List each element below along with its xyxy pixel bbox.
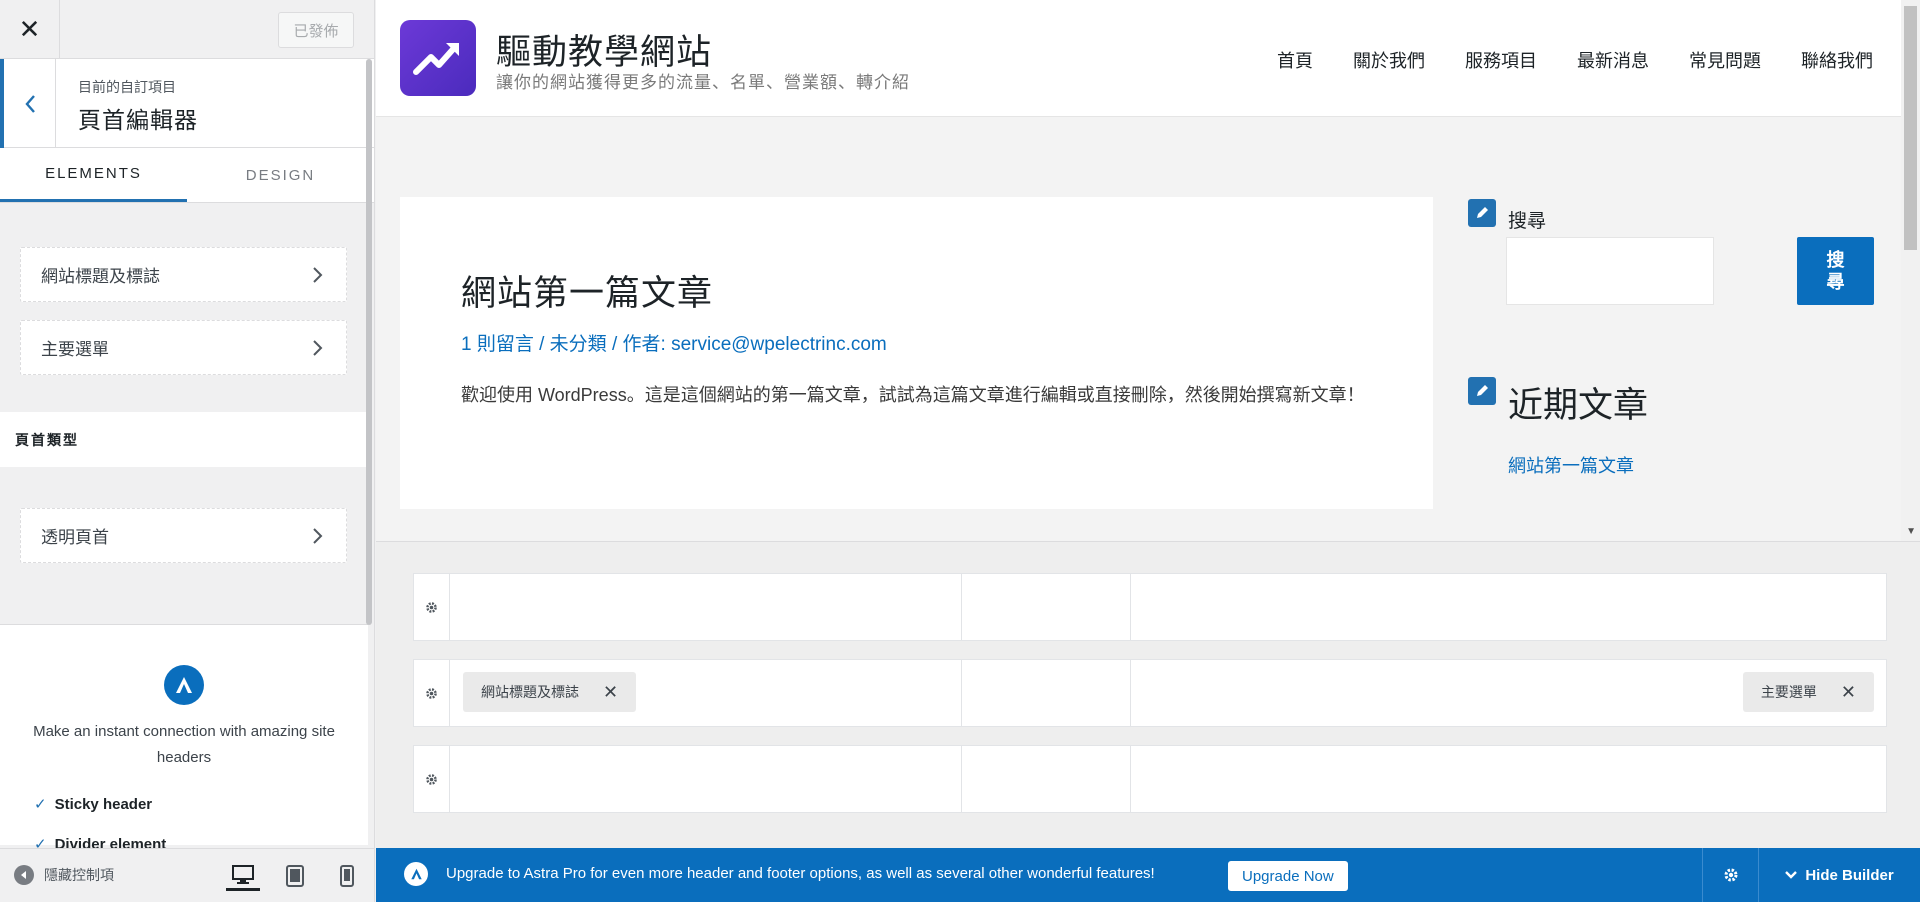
post-title[interactable]: 網站第一篇文章 bbox=[461, 265, 713, 316]
edit-search-widget-button[interactable] bbox=[1468, 199, 1496, 227]
builder-row-above[interactable] bbox=[413, 573, 1887, 641]
control-label: 透明頁首 bbox=[41, 528, 109, 547]
pencil-icon bbox=[1477, 385, 1488, 396]
post-meta[interactable]: 1 則留言 / 未分類 / 作者: service@wpelectrinc.co… bbox=[461, 329, 887, 356]
back-button[interactable] bbox=[0, 59, 56, 148]
control-site-identity[interactable]: 網站標題及標誌 bbox=[20, 247, 347, 302]
recent-posts-title: 近期文章 bbox=[1508, 386, 1649, 425]
promo-text: Make an instant connection with amazing … bbox=[33, 723, 335, 766]
header-builder: 網站標題及標誌 ✕ 主要選單 ✕ bbox=[376, 541, 1920, 848]
zone-divider bbox=[1130, 660, 1131, 726]
search-button[interactable]: 搜尋 bbox=[1797, 237, 1874, 305]
site-header: 驅動教學網站 讓你的網站獲得更多的流量、名單、營業額、轉介紹 首頁 關於我們 服… bbox=[376, 0, 1901, 117]
nav-item-about[interactable]: 關於我們 bbox=[1353, 47, 1425, 73]
zone-divider bbox=[1130, 574, 1131, 640]
section-title: 頁首編輯器 bbox=[78, 107, 198, 133]
tab-design[interactable]: DESIGN bbox=[187, 148, 374, 202]
astra-logo-icon bbox=[404, 862, 428, 886]
post-excerpt: 歡迎使用 WordPress。這是這個網站的第一篇文章，試試為這篇文章進行編輯或… bbox=[461, 385, 1365, 405]
control-label: 網站標題及標誌 bbox=[41, 267, 160, 286]
header-type-heading: 頁首類型 bbox=[0, 412, 368, 467]
gear-icon bbox=[426, 687, 437, 699]
mobile-icon bbox=[340, 865, 354, 887]
nav-item-services[interactable]: 服務項目 bbox=[1465, 47, 1537, 73]
post-card: 網站第一篇文章 1 則留言 / 未分類 / 作者: service@wpelec… bbox=[400, 197, 1433, 509]
nav-item-faq[interactable]: 常見問題 bbox=[1689, 47, 1761, 73]
site-preview: 驅動教學網站 讓你的網站獲得更多的流量、名單、營業額、轉介紹 首頁 關於我們 服… bbox=[376, 0, 1920, 848]
edit-recent-posts-button[interactable] bbox=[1468, 377, 1496, 405]
hide-builder-button[interactable]: Hide Builder bbox=[1758, 848, 1920, 902]
control-label: 主要選單 bbox=[41, 340, 109, 359]
panel-scrollbar[interactable] bbox=[366, 59, 372, 625]
builder-settings-button[interactable] bbox=[1702, 848, 1758, 902]
zone-divider bbox=[961, 746, 962, 812]
preview-tablet-button[interactable] bbox=[278, 861, 312, 891]
builder-row-primary[interactable]: 網站標題及標誌 ✕ 主要選單 ✕ bbox=[413, 659, 1887, 727]
builder-chip-primary-menu[interactable]: 主要選單 ✕ bbox=[1742, 672, 1874, 712]
arrow-left-circle-icon bbox=[14, 865, 34, 885]
astra-logo-icon bbox=[164, 665, 204, 705]
nav-item-home[interactable]: 首頁 bbox=[1277, 47, 1313, 73]
remove-icon[interactable]: ✕ bbox=[603, 682, 618, 703]
chevron-right-icon bbox=[313, 340, 323, 356]
chevron-left-icon bbox=[24, 94, 35, 113]
search-widget-title: 搜尋 bbox=[1508, 211, 1547, 232]
upgrade-message: Upgrade to Astra Pro for even more heade… bbox=[446, 865, 1155, 882]
preview-scrollbar[interactable]: ▼ bbox=[1901, 0, 1920, 541]
search-input[interactable] bbox=[1506, 237, 1714, 305]
scrollbar-thumb[interactable] bbox=[1904, 6, 1917, 250]
control-primary-menu[interactable]: 主要選單 bbox=[20, 320, 347, 375]
upgrade-bar: Upgrade to Astra Pro for even more heade… bbox=[376, 848, 1920, 902]
site-tagline: 讓你的網站獲得更多的流量、名單、營業額、轉介紹 bbox=[496, 73, 910, 92]
customizer-panel: ✕ 已發佈 目前的自訂項目 頁首編輯器 ELEMENTS DESIGN 網站標題… bbox=[0, 0, 375, 902]
zone-divider bbox=[1130, 746, 1131, 812]
preview-mobile-button[interactable] bbox=[330, 861, 364, 891]
nav-item-contact[interactable]: 聯絡我們 bbox=[1801, 47, 1873, 73]
control-transparent-header[interactable]: 透明頁首 bbox=[20, 508, 347, 563]
check-icon: ✓ bbox=[34, 796, 47, 813]
remove-icon[interactable]: ✕ bbox=[1841, 682, 1856, 703]
astra-promo: Make an instant connection with amazing … bbox=[0, 625, 368, 853]
gear-icon bbox=[426, 601, 437, 613]
tab-elements[interactable]: ELEMENTS bbox=[0, 148, 187, 202]
collapse-sidebar-button[interactable]: 隱藏控制項 bbox=[14, 865, 114, 885]
publish-button[interactable]: 已發佈 bbox=[278, 12, 354, 48]
builder-chip-site-identity[interactable]: 網站標題及標誌 ✕ bbox=[463, 672, 637, 712]
gear-icon bbox=[1724, 868, 1737, 882]
nav-item-news[interactable]: 最新消息 bbox=[1577, 47, 1649, 73]
panel-tabs: ELEMENTS DESIGN bbox=[0, 148, 374, 203]
row-settings-button[interactable] bbox=[414, 746, 450, 812]
zone-divider bbox=[961, 574, 962, 640]
pencil-icon bbox=[1477, 207, 1488, 218]
panel-footer: 隱藏控制項 bbox=[0, 848, 374, 902]
feature-item: ✓ Sticky header bbox=[34, 796, 153, 813]
row-settings-button[interactable] bbox=[414, 574, 450, 640]
row-settings-button[interactable] bbox=[414, 660, 450, 726]
preview-desktop-button[interactable] bbox=[226, 861, 260, 891]
chevron-right-icon bbox=[313, 267, 323, 283]
upgrade-now-button[interactable]: Upgrade Now bbox=[1228, 861, 1348, 891]
chevron-down-icon bbox=[1785, 871, 1798, 879]
recent-post-link[interactable]: 網站第一篇文章 bbox=[1508, 452, 1634, 478]
zone-divider bbox=[961, 660, 962, 726]
section-header: 目前的自訂項目 頁首編輯器 bbox=[0, 59, 374, 148]
collapse-label: 隱藏控制項 bbox=[44, 867, 114, 883]
gear-icon bbox=[426, 773, 437, 785]
chevron-right-icon bbox=[313, 528, 323, 544]
site-logo-icon[interactable] bbox=[400, 20, 476, 96]
desktop-icon bbox=[232, 864, 254, 884]
close-icon: ✕ bbox=[18, 14, 41, 44]
primary-nav: 首頁 關於我們 服務項目 最新消息 常見問題 聯絡我們 bbox=[1277, 47, 1873, 73]
section-subtitle: 目前的自訂項目 bbox=[78, 79, 176, 95]
close-customizer-button[interactable]: ✕ bbox=[0, 0, 60, 59]
panel-header: ✕ 已發佈 bbox=[0, 0, 374, 59]
builder-row-below[interactable] bbox=[413, 745, 1887, 813]
scroll-down-arrow-icon[interactable]: ▼ bbox=[1906, 526, 1916, 537]
tablet-icon bbox=[286, 865, 304, 887]
